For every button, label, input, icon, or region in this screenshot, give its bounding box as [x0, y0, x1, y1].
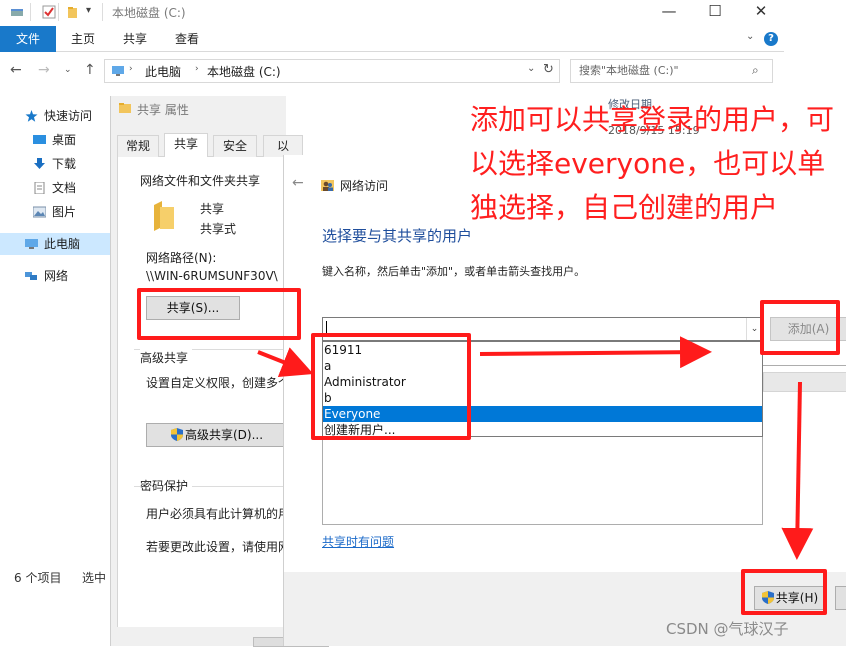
- minimize-button[interactable]: —: [646, 0, 692, 24]
- shared-folder-icon: [154, 201, 174, 231]
- net-files-header: 网络文件和文件夹共享: [140, 174, 261, 188]
- advanced-sharing-button-label: 高级共享(D)...: [184, 428, 264, 442]
- desktop-icon: [33, 135, 46, 144]
- properties-tabs: 常规 共享 安全 以: [117, 133, 303, 158]
- recent-dropdown-icon[interactable]: ⌄: [64, 65, 72, 75]
- drive-icon: [11, 9, 23, 16]
- address-row: ← → ⌄ ↑ › 此电脑 › 本地磁盘 (C:) ⌄ ↻ 搜索"本地磁盘 (C…: [0, 56, 784, 86]
- tab-home[interactable]: 主页: [62, 26, 104, 52]
- dialog-instruction: 键入名称，然后单击"添加"，或者单击箭头查找用户。: [322, 265, 586, 278]
- users-icon: [321, 180, 334, 191]
- shared-folder-state: 共享式: [200, 222, 237, 236]
- properties-icon[interactable]: [42, 5, 56, 19]
- tab-security[interactable]: 安全: [213, 135, 257, 157]
- annotation-box-add-button: [760, 300, 840, 355]
- breadcrumb-separator-icon: ›: [129, 64, 133, 74]
- password-desc-1: 用户必须具有此计算机的用: [146, 507, 288, 521]
- status-item-count: 6 个项目: [14, 571, 62, 585]
- this-pc-icon: [112, 66, 124, 76]
- sharing-panel: 网络文件和文件夹共享 共享 共享式 网络路径(N): \\WIN-6RUMSUN…: [117, 157, 288, 627]
- nav-quick-access[interactable]: 快速访问: [25, 106, 93, 126]
- star-icon: [25, 110, 38, 122]
- nav-label: 文档: [52, 181, 77, 195]
- network-icon: [25, 272, 37, 280]
- nav-this-pc[interactable]: 此电脑: [25, 234, 81, 254]
- tab-share[interactable]: 共享: [114, 26, 156, 52]
- nav-label: 桌面: [52, 133, 77, 147]
- quick-access-dropdown-icon[interactable]: ▾: [86, 5, 91, 16]
- tab-general[interactable]: 常规: [117, 135, 159, 157]
- advanced-sharing-desc: 设置自定义权限，创建多个: [146, 376, 288, 390]
- nav-documents[interactable]: 文档: [34, 178, 77, 198]
- nav-label: 快速访问: [44, 109, 93, 123]
- annotation-text: 添加可以共享登录的用户，可以选择everyone，也可以单独选择，自己创建的用户: [470, 103, 835, 224]
- dialog-title: 共享 属性: [137, 103, 189, 117]
- nav-downloads[interactable]: 下载: [34, 154, 77, 174]
- folder-icon: [119, 103, 131, 113]
- dialog-heading: 选择要与其共享的用户: [322, 227, 473, 245]
- tab-previous-versions[interactable]: 以: [263, 135, 303, 157]
- permission-level-header[interactable]: [763, 372, 846, 392]
- nav-desktop[interactable]: 桌面: [33, 130, 77, 150]
- download-icon: [34, 158, 45, 169]
- maximize-button[interactable]: ☐: [692, 0, 738, 24]
- refresh-icon[interactable]: ↻: [543, 62, 554, 77]
- ribbon: 文件 主页 共享 查看 ⌄ ?: [0, 26, 784, 52]
- nav-label: 网络: [44, 269, 69, 283]
- pictures-icon: [33, 206, 46, 218]
- network-path-value: \\WIN-6RUMSUNF30V\: [146, 269, 278, 283]
- nav-pictures[interactable]: 图片: [33, 202, 77, 222]
- password-desc-2: 若要更改此设置，请使用网: [146, 540, 288, 554]
- window-title: 本地磁盘 (C:): [112, 6, 186, 20]
- network-path-label: 网络路径(N):: [146, 251, 217, 265]
- ribbon-expand-icon[interactable]: ⌄: [746, 31, 754, 42]
- nav-label: 下载: [52, 157, 77, 171]
- sharing-trouble-link[interactable]: 共享时有问题: [322, 533, 394, 550]
- nav-label: 图片: [52, 205, 77, 219]
- back-icon[interactable]: ←: [10, 62, 22, 78]
- advanced-sharing-header: 高级共享: [140, 349, 193, 366]
- breadcrumb-separator-icon: ›: [195, 64, 199, 74]
- annotation-box-user-list: [311, 333, 471, 440]
- back-arrow-icon[interactable]: ←: [292, 175, 304, 191]
- search-input[interactable]: 搜索"本地磁盘 (C:)": [570, 59, 773, 83]
- title-bar: ▾ 本地磁盘 (C:) — ☐ ✕: [0, 0, 784, 26]
- tab-file[interactable]: 文件: [0, 26, 56, 52]
- status-selected: 选中: [82, 571, 107, 585]
- up-icon[interactable]: ↑: [84, 62, 96, 78]
- help-icon[interactable]: ?: [764, 32, 778, 46]
- nav-label: 此电脑: [44, 237, 81, 251]
- forward-icon[interactable]: →: [38, 62, 50, 78]
- breadcrumb-this-pc[interactable]: 此电脑: [145, 63, 181, 80]
- nav-network[interactable]: 网络: [25, 266, 69, 286]
- document-icon: [34, 182, 45, 194]
- uac-shield-icon: [170, 428, 183, 441]
- shared-folder-name: 共享: [200, 202, 225, 216]
- breadcrumb-local-disk[interactable]: 本地磁盘 (C:): [207, 63, 281, 80]
- address-bar[interactable]: › 此电脑 › 本地磁盘 (C:) ⌄ ↻: [104, 59, 560, 83]
- cancel-button[interactable]: [835, 586, 846, 610]
- close-button[interactable]: ✕: [738, 0, 784, 24]
- this-pc-icon: [25, 239, 38, 249]
- new-folder-icon[interactable]: [66, 5, 80, 19]
- address-dropdown-icon[interactable]: ⌄: [527, 63, 535, 74]
- watermark: CSDN @气球汉子: [666, 620, 789, 638]
- properties-dialog: 共享 属性 常规 共享 安全 以 网络文件和文件夹共享 共享 共享式 网络路径(…: [110, 96, 329, 647]
- tab-sharing[interactable]: 共享: [164, 133, 208, 158]
- annotation-box-share-button: [137, 288, 301, 340]
- tab-view[interactable]: 查看: [166, 26, 208, 52]
- advanced-sharing-button[interactable]: 高级共享(D)...: [146, 423, 288, 447]
- password-protection-header: 密码保护: [140, 477, 193, 494]
- dialog-title: 网络访问: [340, 179, 389, 193]
- navigation-pane: 快速访问 桌面 下载 文档 图片 此电脑 网络: [0, 96, 110, 566]
- search-icon[interactable]: ⌕: [752, 63, 759, 78]
- annotation-box-share-confirm: [741, 569, 827, 615]
